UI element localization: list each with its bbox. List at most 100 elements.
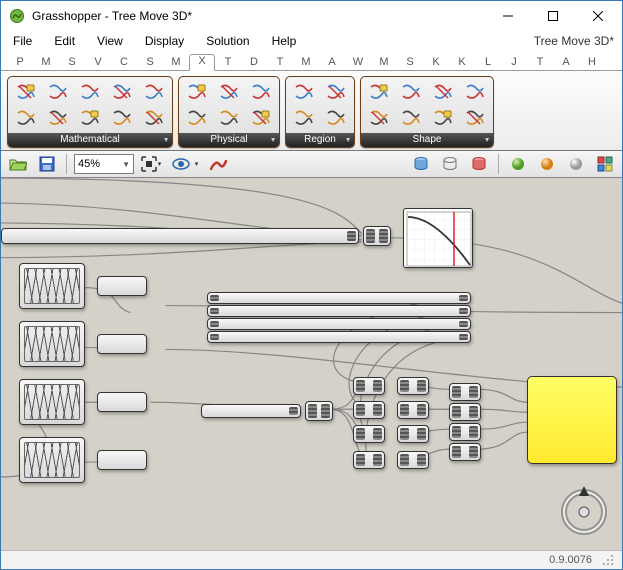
preview-mesh-button[interactable] — [535, 153, 559, 175]
save-file-button[interactable] — [35, 153, 59, 175]
canvas-node[interactable] — [201, 404, 301, 418]
category-tab[interactable]: T — [527, 56, 553, 70]
component-button[interactable] — [321, 106, 351, 130]
canvas-node[interactable] — [207, 305, 471, 317]
canvas-node[interactable] — [449, 443, 481, 461]
category-tab[interactable]: S — [137, 56, 163, 70]
category-tab[interactable]: K — [423, 56, 449, 70]
canvas-node[interactable] — [449, 423, 481, 441]
category-tab[interactable]: C — [111, 56, 137, 70]
preview-mode-button[interactable]: ▾ — [168, 153, 202, 175]
ribbon-panel-label[interactable]: Shape — [361, 133, 493, 147]
menu-solution[interactable]: Solution — [202, 33, 253, 49]
canvas-node[interactable] — [353, 401, 385, 419]
component-button[interactable] — [214, 106, 244, 130]
canvas-node[interactable] — [449, 403, 481, 421]
canvas-node[interactable] — [397, 377, 429, 395]
canvas-node[interactable] — [97, 276, 147, 296]
category-tab[interactable]: J — [501, 56, 527, 70]
component-button[interactable] — [364, 106, 394, 130]
ribbon-panel-label[interactable]: Physical — [179, 133, 279, 147]
menu-view[interactable]: View — [93, 33, 127, 49]
compass-widget[interactable] — [556, 484, 612, 540]
component-button[interactable] — [246, 106, 276, 130]
category-tab[interactable]: D — [241, 56, 267, 70]
component-button[interactable] — [289, 106, 319, 130]
component-button[interactable] — [428, 80, 458, 104]
category-tab[interactable]: S — [59, 56, 85, 70]
component-button[interactable] — [246, 80, 276, 104]
category-tab[interactable]: A — [319, 56, 345, 70]
category-tab[interactable]: X — [189, 54, 215, 71]
component-button[interactable] — [107, 106, 137, 130]
open-file-button[interactable] — [6, 153, 30, 175]
menu-help[interactable]: Help — [268, 33, 301, 49]
zoom-extents-button[interactable]: ▾ — [139, 153, 163, 175]
preview-settings-button[interactable] — [593, 153, 617, 175]
category-tab[interactable]: T — [215, 56, 241, 70]
category-tab[interactable]: W — [345, 56, 371, 70]
canvas[interactable] — [1, 178, 622, 550]
minimize-button[interactable] — [485, 2, 530, 31]
canvas-node[interactable] — [19, 263, 85, 309]
component-button[interactable] — [460, 106, 490, 130]
component-button[interactable] — [364, 80, 394, 104]
category-tab[interactable]: K — [449, 56, 475, 70]
preview-off-button[interactable] — [564, 153, 588, 175]
component-button[interactable] — [107, 80, 137, 104]
component-button[interactable] — [428, 106, 458, 130]
canvas-node[interactable] — [397, 451, 429, 469]
preview-wireframe-button[interactable] — [438, 153, 462, 175]
canvas-node[interactable] — [19, 437, 85, 483]
canvas-node[interactable] — [363, 226, 391, 246]
component-button[interactable] — [396, 106, 426, 130]
canvas-node[interactable] — [397, 425, 429, 443]
canvas-node[interactable] — [207, 331, 471, 343]
canvas-node[interactable] — [19, 379, 85, 425]
component-button[interactable] — [182, 80, 212, 104]
component-button[interactable] — [182, 106, 212, 130]
component-button[interactable] — [460, 80, 490, 104]
canvas-group[interactable] — [527, 376, 617, 464]
resize-grip-icon[interactable] — [602, 554, 614, 566]
canvas-node[interactable] — [449, 383, 481, 401]
preview-shaded-button[interactable] — [409, 153, 433, 175]
ribbon-panel-label[interactable]: Region — [286, 133, 354, 147]
category-tab[interactable]: V — [85, 56, 111, 70]
menu-edit[interactable]: Edit — [50, 33, 79, 49]
maximize-button[interactable] — [530, 2, 575, 31]
canvas-node[interactable] — [353, 377, 385, 395]
category-tab[interactable]: A — [553, 56, 579, 70]
component-button[interactable] — [139, 80, 169, 104]
component-button[interactable] — [321, 80, 351, 104]
category-tab[interactable]: M — [371, 56, 397, 70]
menu-file[interactable]: File — [9, 33, 36, 49]
canvas-node[interactable] — [97, 334, 147, 354]
category-tab[interactable]: P — [7, 56, 33, 70]
canvas-node[interactable] — [305, 401, 333, 421]
category-tab[interactable]: M — [293, 56, 319, 70]
canvas-node[interactable] — [353, 451, 385, 469]
component-button[interactable] — [11, 80, 41, 104]
preview-disabled-button[interactable] — [467, 153, 491, 175]
graph-mapper[interactable] — [403, 208, 473, 268]
close-button[interactable] — [575, 2, 620, 31]
component-button[interactable] — [75, 80, 105, 104]
component-button[interactable] — [11, 106, 41, 130]
component-button[interactable] — [43, 80, 73, 104]
component-button[interactable] — [43, 106, 73, 130]
preview-selected-button[interactable] — [506, 153, 530, 175]
sketch-button[interactable] — [207, 153, 231, 175]
category-tab[interactable]: H — [579, 56, 605, 70]
menu-display[interactable]: Display — [141, 33, 188, 49]
component-button[interactable] — [289, 80, 319, 104]
category-tab[interactable]: M — [163, 56, 189, 70]
component-button[interactable] — [75, 106, 105, 130]
canvas-node[interactable] — [97, 392, 147, 412]
canvas-node[interactable] — [207, 318, 471, 330]
zoom-dropdown[interactable]: 45% ▼ — [74, 154, 134, 174]
canvas-node[interactable] — [1, 228, 359, 244]
canvas-node[interactable] — [353, 425, 385, 443]
component-button[interactable] — [396, 80, 426, 104]
canvas-node[interactable] — [207, 292, 471, 304]
